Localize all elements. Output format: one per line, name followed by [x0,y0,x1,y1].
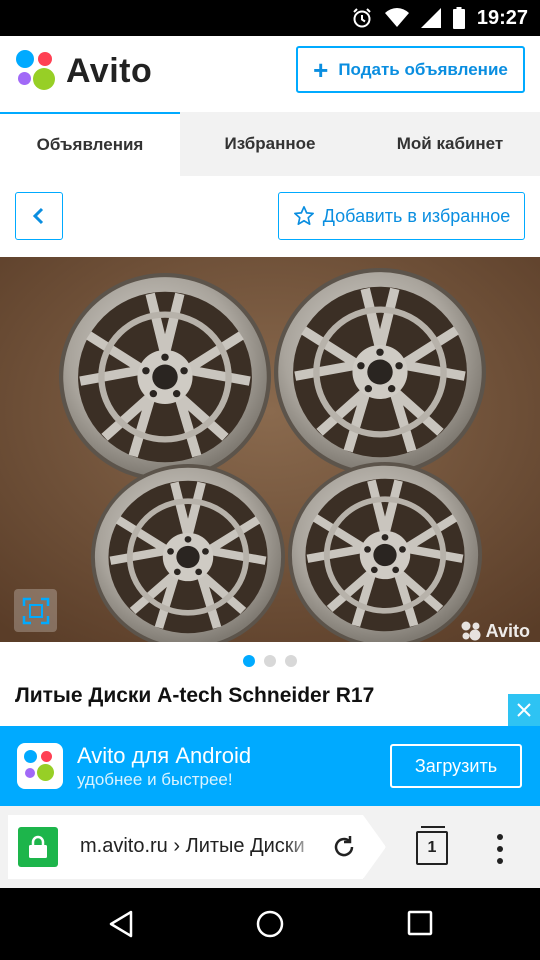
home-circle-icon[interactable] [256,910,284,938]
alarm-icon [353,8,371,28]
watermark-text: Avito [485,620,530,641]
app-promo-banner: Avito для Android удобнее и быстрее! Заг… [0,726,540,806]
avito-watermark: Avito [460,620,530,642]
lock-icon [18,827,58,867]
star-icon [293,206,314,225]
recents-square-icon[interactable] [407,910,433,936]
listing-title: Литые Диски A-tech Schneider R17 [15,684,375,707]
status-bar: 19:27 [0,0,540,36]
menu-dot [497,846,503,852]
post-ad-label: Подать объявление [338,59,508,79]
menu-dot [497,834,503,840]
add-to-favorites-button[interactable]: Добавить в избранное [278,192,525,240]
logo-dots-icon [461,621,481,641]
wifi-icon [384,8,409,27]
address-bar[interactable]: m.avito.ru › Литые Диски [8,815,386,879]
gallery-pager [0,655,540,669]
plus-icon: + [313,54,329,85]
post-ad-button[interactable]: + Подать объявление [296,46,525,93]
tab-listings[interactable]: Объявления [0,112,180,176]
logo-dots-icon [14,48,60,94]
status-time: 19:27 [476,6,528,29]
pager-dot[interactable] [264,655,276,667]
browser-menu-button[interactable] [494,834,506,864]
add-to-favorites-label: Добавить в избранное [322,205,511,226]
download-app-button[interactable]: Загрузить [390,744,522,788]
banner-subtitle: удобнее и быстрее! [77,770,233,789]
close-icon [517,703,531,717]
tab-my-account[interactable]: Мой кабинет [360,112,540,176]
pager-dot[interactable] [285,655,297,667]
main-tabs: Объявления Избранное Мой кабинет [0,112,540,176]
listing-photo[interactable]: Avito [0,257,540,642]
reload-icon[interactable] [330,833,358,861]
banner-title: Avito для Android [77,743,252,768]
url-text: m.avito.ru › Литые Диски [80,835,305,857]
avito-app-icon [17,743,63,789]
signal-icon [420,8,441,28]
back-button[interactable] [15,192,63,240]
menu-dot [497,858,503,864]
app-header: Avito + Подать объявление [0,36,540,112]
logo-text: Avito [66,51,153,90]
pager-dot[interactable] [243,655,255,667]
tab-switcher-button[interactable]: 1 [416,831,448,865]
fullscreen-button[interactable] [14,589,57,632]
tabs-stack-icon [421,826,445,830]
chevron-left-icon [32,207,44,225]
system-nav-bar [0,888,540,960]
tab-favorites[interactable]: Избранное [180,112,360,176]
browser-toolbar: m.avito.ru › Литые Диски 1 [0,806,540,888]
avito-logo[interactable]: Avito [14,48,152,94]
back-triangle-icon[interactable] [108,910,134,938]
battery-icon [452,7,465,29]
expand-icon [22,597,49,624]
wheels-image [0,257,540,642]
banner-close-button[interactable] [508,694,540,726]
